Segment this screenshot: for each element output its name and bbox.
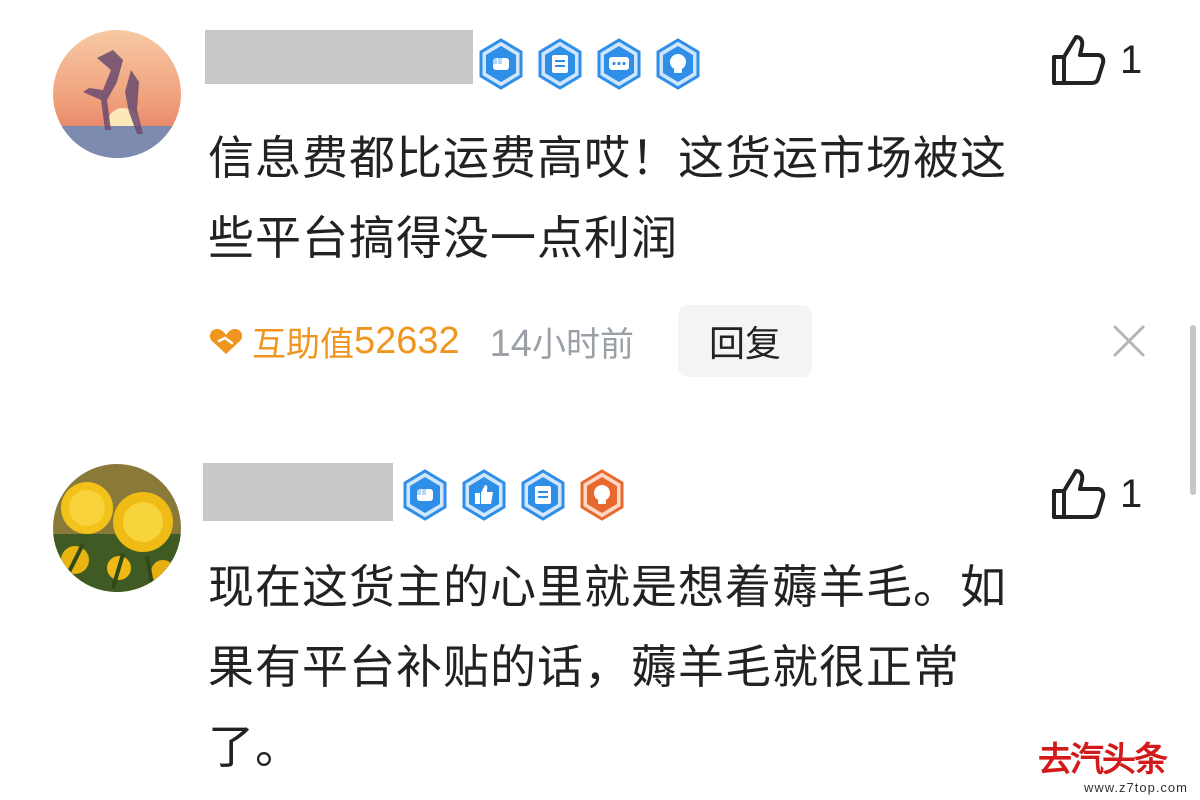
help-value-number: 52632 [354, 319, 460, 362]
bulb-badge-icon [656, 38, 700, 90]
comment-text-line: 现在这货主的心里就是想着薅羊毛。如 [208, 560, 1007, 614]
document-badge-icon [521, 469, 565, 521]
bulb-badge-orange-icon [580, 469, 624, 521]
like-count: 1 [1120, 37, 1143, 82]
like-count: 1 [1120, 471, 1143, 516]
comment-text: 现在这货主的心里就是想着薅羊毛。如 果有平台补贴的话，薅羊毛就很正常 了。 [208, 547, 1007, 787]
like-button[interactable]: 1 [1050, 33, 1142, 87]
watermark-text: 去汽头条 [1038, 740, 1168, 780]
user-avatar[interactable] [53, 464, 181, 592]
thumbs-up-icon [1052, 35, 1106, 85]
comment-card: 1 信息费都比运费高哎！这货运市场被这 些平台搞得没一点利润 互助值 52632… [0, 0, 1200, 420]
timestamp: 14小时前 [490, 317, 634, 366]
avatar-image-chrysanthemum [53, 464, 181, 592]
comment-text-line: 些平台搞得没一点利润 [208, 211, 678, 265]
document-badge-icon [538, 38, 582, 90]
chat-badge-icon [597, 38, 641, 90]
close-icon[interactable] [1112, 324, 1146, 358]
fist-badge-icon [479, 38, 523, 90]
username-redacted[interactable] [205, 30, 473, 84]
like-button[interactable]: 1 [1050, 467, 1142, 521]
comment-text-line: 信息费都比运费高哎！这货运市场被这 [208, 131, 1007, 185]
handshake-heart-icon [209, 329, 243, 354]
fist-badge-icon [403, 469, 447, 521]
avatar-image-sunset [53, 30, 181, 158]
timestamp-unit: 小时前 [531, 324, 634, 365]
reply-button[interactable]: 回复 [677, 305, 812, 377]
thumbs-up-icon [1052, 469, 1106, 519]
watermark-logo: 去汽头条 www.z7top.com [1038, 740, 1188, 796]
comment-text-line: 了。 [208, 720, 302, 774]
help-value-label: 互助值 [252, 324, 354, 365]
badge-row [402, 469, 625, 521]
comment-card: 1 现在这货主的心里就是想着薅羊毛。如 果有平台补贴的话，薅羊毛就很正常 了。 [0, 455, 1200, 800]
username-redacted[interactable] [203, 463, 393, 521]
watermark-url: www.z7top.com [1083, 780, 1188, 795]
thumb-badge-icon [462, 469, 506, 521]
timestamp-number: 14 [489, 322, 532, 365]
badge-row [478, 38, 701, 90]
user-avatar[interactable] [53, 30, 181, 158]
comment-text-line: 果有平台补贴的话，薅羊毛就很正常 [208, 640, 960, 694]
comment-meta: 互助值 52632 14小时前 回复 [208, 305, 812, 377]
comment-text: 信息费都比运费高哎！这货运市场被这 些平台搞得没一点利润 [208, 118, 1007, 278]
